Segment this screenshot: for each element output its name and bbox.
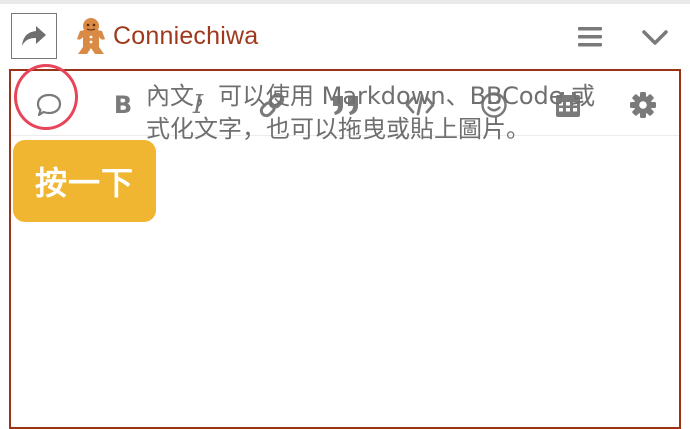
placeholder-line-2: 式化文字，也可以拖曳或貼上圖片。 <box>146 115 530 143</box>
gingerbread-avatar <box>77 18 105 54</box>
press-annotation-label: 按一下 <box>34 164 134 202</box>
placeholder-line-1: 內文，可以使用 Markdown、BBCode 或 <box>146 82 596 110</box>
editor-placeholder: 內文，可以使用 Markdown、BBCode 或 式化文字，也可以拖曳或貼上圖… <box>146 80 646 146</box>
chevron-down-icon[interactable] <box>641 24 669 50</box>
reply-arrow-icon <box>22 26 46 46</box>
press-annotation-badge: 按一下 <box>13 140 156 222</box>
username[interactable]: Conniechiwa <box>113 22 258 51</box>
bold-icon: B <box>113 91 133 119</box>
highlight-circle <box>14 64 78 130</box>
reply-button[interactable] <box>11 13 57 59</box>
hamburger-menu-icon[interactable] <box>576 24 604 50</box>
user-info[interactable]: Conniechiwa <box>74 17 258 55</box>
bold-button[interactable]: B <box>103 85 143 125</box>
top-divider <box>0 0 690 4</box>
